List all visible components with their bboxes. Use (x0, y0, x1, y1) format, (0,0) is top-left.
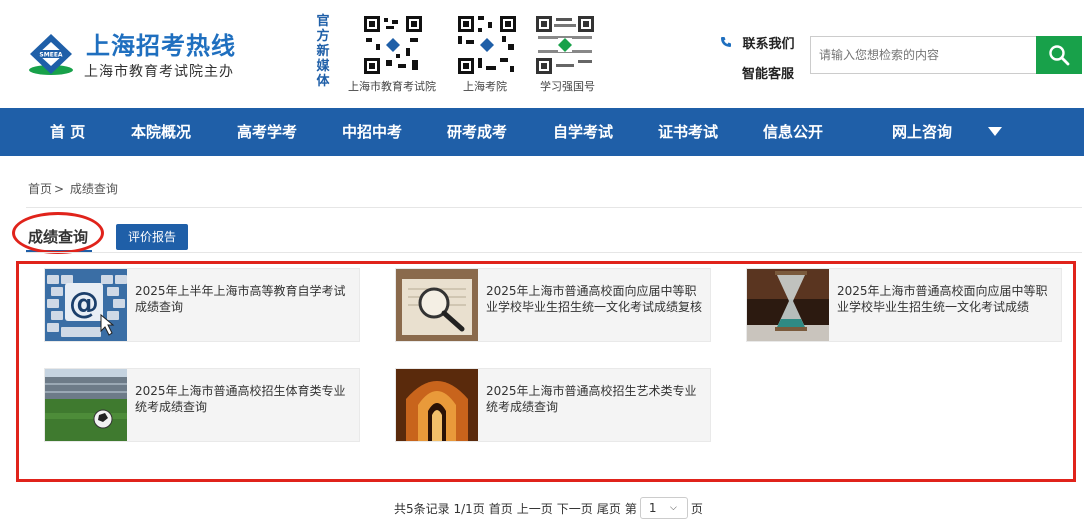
media-label-char: 官 (316, 14, 330, 29)
list-item[interactable]: 2025年上海市普通高校招生艺术类专业统考成绩查询 (395, 368, 711, 442)
stadium-image (45, 369, 127, 441)
tab-evaluation-report[interactable]: 评价报告 (116, 224, 188, 250)
card-title: 2025年上海市普通高校面向应届中等职业学校毕业生招生统一文化考试成绩复核 (486, 284, 703, 314)
pager-last[interactable]: 尾页 (597, 500, 621, 517)
contact-us-link[interactable]: 联系我们 (720, 33, 795, 52)
site-header: SMEEA 上海招考热线 上海市教育考试院主办 官 方 新 媒 体 上海市教育考… (0, 0, 1084, 108)
caret-down-icon[interactable] (988, 127, 1002, 136)
media-label-char: 体 (316, 74, 330, 89)
magnifier-image (396, 269, 478, 341)
contact-us-label: 联系我们 (742, 37, 795, 52)
media-label-char: 方 (316, 29, 330, 44)
nav-item-zixue[interactable]: 自学考试 (553, 108, 613, 156)
breadcrumb-current: 成绩查询 (69, 182, 118, 196)
card-title: 2025年上海市普通高校面向应届中等职业学校毕业生招生统一文化考试成绩 (837, 284, 1048, 314)
page-select-value: 1 (648, 501, 657, 515)
site-subtitle: 上海市教育考试院主办 (84, 64, 234, 80)
search-button[interactable] (1036, 36, 1082, 74)
search-icon (1049, 45, 1070, 66)
list-item[interactable]: 2025年上海市普通高校面向应届中等职业学校毕业生招生统一文化考试成绩复核 (395, 268, 711, 342)
card-title: 2025年上半年上海市高等教育自学考试成绩查询 (135, 284, 346, 314)
tab-score-query[interactable]: 成绩查询 (28, 226, 88, 247)
nav-item-about[interactable]: 本院概况 (131, 108, 191, 156)
card-title: 2025年上海市普通高校招生艺术类专业统考成绩查询 (486, 384, 697, 414)
pager-summary: 共5条记录 1/1页 (394, 501, 485, 516)
logo-emblem-text: SMEEA (39, 52, 62, 59)
nav-item-public-info[interactable]: 信息公开 (763, 108, 823, 156)
chevron-down-icon: ⌵ (670, 503, 677, 513)
card-title: 2025年上海市普通高校招生体育类专业统考成绩查询 (135, 384, 346, 414)
breadcrumb: 首页 > 成绩查询 (28, 180, 118, 197)
hourglass-image (747, 269, 829, 341)
keyboard-at-image: @ (45, 269, 127, 341)
arch-image (396, 369, 478, 441)
nav-item-consult[interactable]: 网上咨询 (892, 108, 952, 156)
breadcrumb-home-link[interactable]: 首页 (28, 182, 52, 196)
official-media-label: 官 方 新 媒 体 (314, 14, 332, 89)
divider (26, 252, 1082, 253)
list-item[interactable]: 2025年上海市普通高校招生体育类专业统考成绩查询 (44, 368, 360, 442)
nav-item-zhongkao[interactable]: 中招中考 (342, 108, 402, 156)
site-title: 上海招考热线 (86, 32, 236, 60)
qr-label: 学习强国号 (540, 80, 595, 93)
pager-goto-suffix: 页 (690, 501, 703, 516)
media-label-char: 新 (316, 44, 330, 59)
qr-code-icon (362, 14, 424, 76)
pager-first[interactable]: 首页 (489, 500, 513, 517)
nav-item-certificate[interactable]: 证书考试 (658, 108, 718, 156)
pager-prev[interactable]: 上一页 (517, 500, 553, 517)
nav-item-yankao[interactable]: 研考成考 (447, 108, 507, 156)
site-logo[interactable]: SMEEA 上海招考热线 上海市教育考试院主办 (26, 26, 236, 82)
logo-emblem-icon: SMEEA (29, 34, 73, 75)
search-box (810, 36, 1082, 74)
search-input[interactable] (811, 37, 1037, 73)
nav-item-gaokao[interactable]: 高考学考 (237, 108, 297, 156)
list-item[interactable]: @ 2025年上半年上海市高等教育自学考试成绩查询 (44, 268, 360, 342)
qr-code-icon (534, 14, 596, 76)
qr-label: 上海考院 (463, 80, 507, 93)
list-item[interactable]: 2025年上海市普通高校面向应届中等职业学校毕业生招生统一文化考试成绩 (746, 268, 1062, 342)
main-nav: 首 页 本院概况 高考学考 中招中考 研考成考 自学考试 证书考试 信息公开 网… (0, 108, 1084, 156)
nav-item-home[interactable]: 首 页 (50, 108, 85, 156)
svg-text:@: @ (69, 286, 99, 321)
pager-next[interactable]: 下一页 (557, 500, 593, 517)
media-label-char: 媒 (316, 59, 330, 74)
qr-code-icon (456, 14, 518, 76)
phone-icon (720, 37, 737, 52)
pagination: 共5条记录 1/1页 首页 上一页 下一页 尾页 第 1 ⌵ 页 (394, 496, 707, 520)
smart-service-link[interactable]: 智能客服 (742, 63, 794, 82)
qr-label: 上海市教育考试院 (348, 80, 436, 93)
breadcrumb-separator: > (54, 182, 65, 196)
pager-goto-prefix: 第 (624, 501, 637, 516)
page-select[interactable]: 1 ⌵ (639, 497, 688, 519)
divider (26, 207, 1082, 208)
